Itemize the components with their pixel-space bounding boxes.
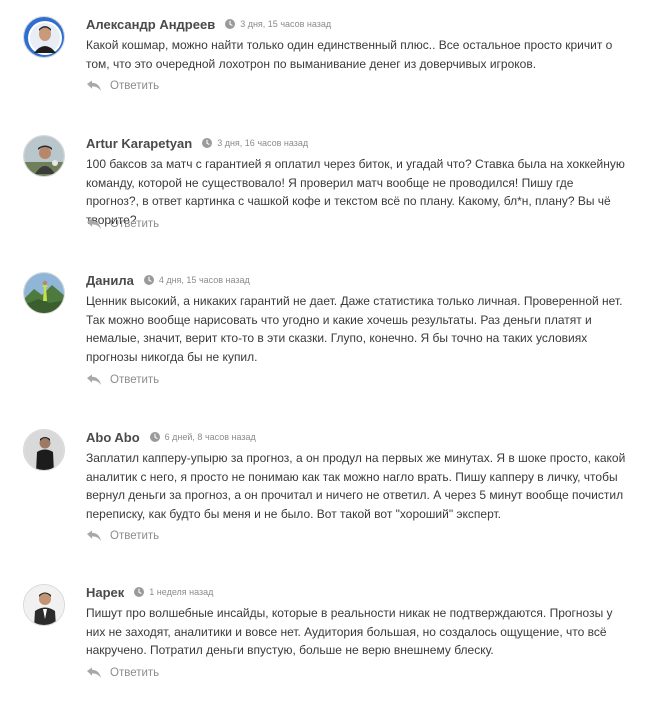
clock-icon (143, 275, 154, 285)
clock-icon (202, 138, 213, 148)
comment-header: Artur Karapetyan 3 дня, 16 часов назад (86, 135, 308, 151)
avatar[interactable] (23, 272, 65, 314)
author-name[interactable]: Abo Abo (86, 430, 140, 445)
author-name[interactable]: Александр Андреев (86, 17, 215, 32)
clock-icon (149, 432, 160, 442)
comment-text: 100 баксов за матч с гарантией я оплатил… (86, 157, 625, 227)
comment-header: Данила 4 дня, 15 часов назад (86, 272, 250, 288)
avatar[interactable] (23, 584, 65, 626)
user-avatar-icon (24, 585, 64, 625)
reply-label: Ответить (110, 667, 160, 679)
clock-icon (134, 587, 145, 597)
user-avatar-icon (24, 430, 64, 470)
reply-arrow-icon (86, 667, 102, 679)
author-name[interactable]: Данила (86, 273, 134, 288)
reply-arrow-icon (86, 218, 102, 230)
reply-label: Ответить (110, 80, 160, 92)
reply-button[interactable]: Ответить (86, 374, 159, 386)
comment-text: Какой кошмар, можно найти только один ед… (86, 38, 613, 71)
user-avatar-icon (24, 17, 64, 57)
comment-time: 1 неделя назад (149, 587, 214, 597)
comment-header: Александр Андреев 3 дня, 15 часов назад (86, 16, 331, 32)
comment-text: Заплатил капперу-упырю за прогноз, а он … (86, 451, 626, 521)
clock-icon (225, 19, 236, 29)
avatar[interactable] (23, 16, 65, 58)
avatar[interactable] (23, 135, 65, 177)
reply-arrow-icon (86, 80, 102, 92)
comment-time: 3 дня, 16 часов назад (217, 138, 309, 148)
reply-arrow-icon (86, 530, 102, 542)
reply-button[interactable]: Ответить (86, 80, 159, 92)
comment-time: 6 дней, 8 часов назад (164, 432, 256, 442)
comment-header: Нарек 1 неделя назад (86, 584, 213, 600)
comments-list: Александр Андреев 3 дня, 15 часов назад … (0, 0, 661, 710)
comment-time: 4 дня, 15 часов назад (158, 275, 250, 285)
comment-text: Ценник высокий, а никаких гарантий не да… (86, 294, 623, 364)
user-avatar-icon (24, 273, 64, 313)
user-avatar-icon (24, 136, 64, 176)
reply-label: Ответить (110, 218, 160, 230)
reply-label: Ответить (110, 530, 160, 542)
reply-button[interactable]: Ответить (86, 218, 159, 230)
avatar[interactable] (23, 429, 65, 471)
comment-header: Abo Abo 6 дней, 8 часов назад (86, 429, 256, 445)
reply-label: Ответить (110, 374, 160, 386)
comment-text: Пишут про волшебные инсайды, которые в р… (86, 606, 613, 657)
author-name[interactable]: Artur Karapetyan (86, 136, 192, 151)
reply-button[interactable]: Ответить (86, 530, 159, 542)
reply-button[interactable]: Ответить (86, 667, 159, 679)
author-name[interactable]: Нарек (86, 585, 124, 600)
reply-arrow-icon (86, 374, 102, 386)
comment-time: 3 дня, 15 часов назад (240, 19, 332, 29)
